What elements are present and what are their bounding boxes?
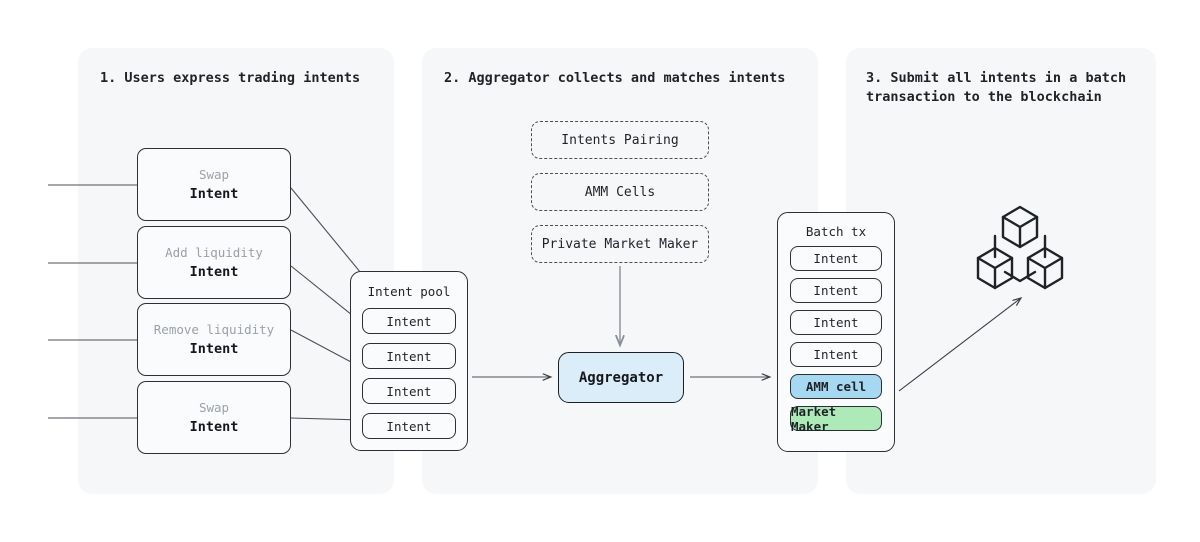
intent-pool-item[interactable]: Intent xyxy=(362,378,456,404)
batch-tx-item-intent[interactable]: Intent xyxy=(790,246,882,271)
user-intent-kind: Swap xyxy=(198,400,230,415)
user-intent-kind: Add liquidity xyxy=(165,245,263,260)
diagram-canvas: 1. Users express trading intents 2. Aggr… xyxy=(0,0,1200,542)
user-intent-label: Intent xyxy=(189,419,239,435)
panel-step-2 xyxy=(422,48,818,494)
intent-pool-title: Intent pool xyxy=(367,284,451,299)
user-intent-box[interactable]: Remove liquidity Intent xyxy=(137,303,291,376)
user-intent-box[interactable]: Swap Intent xyxy=(137,148,291,221)
batch-tx-item-intent[interactable]: Intent xyxy=(790,342,882,367)
panel-step-2-title: 2. Aggregator collects and matches inten… xyxy=(444,70,786,86)
aggregator-feature-intents-pairing[interactable]: Intents Pairing xyxy=(531,121,709,159)
user-intent-kind: Remove liquidity xyxy=(153,322,275,337)
user-intent-label: Intent xyxy=(189,264,239,280)
batch-tx-item-market-maker[interactable]: Market Maker xyxy=(790,404,882,434)
aggregator-feature-amm-cells[interactable]: AMM Cells xyxy=(531,173,709,211)
intent-pool-item[interactable]: Intent xyxy=(362,308,456,334)
intent-pool-item[interactable]: Intent xyxy=(362,343,456,369)
intent-pool-container[interactable]: Intent pool Intent Intent Intent Intent xyxy=(350,271,468,451)
blockchain-cubes-icon xyxy=(976,205,1064,290)
user-intent-label: Intent xyxy=(189,341,239,357)
aggregator-feature-private-market-maker[interactable]: Private Market Maker xyxy=(531,225,709,263)
batch-tx-container[interactable]: Batch tx Intent Intent Intent Intent AMM… xyxy=(777,212,895,452)
batch-tx-item-intent[interactable]: Intent xyxy=(790,310,882,335)
user-intent-box[interactable]: Add liquidity Intent xyxy=(137,226,291,299)
panel-step-3-title: 3. Submit all intents in a batch transac… xyxy=(866,70,1127,105)
batch-tx-title: Batch tx xyxy=(805,224,867,239)
user-intent-kind: Swap xyxy=(198,167,230,182)
batch-tx-item-amm-cell[interactable]: AMM cell xyxy=(790,374,882,399)
user-intent-box[interactable]: Swap Intent xyxy=(137,381,291,454)
intent-pool-item[interactable]: Intent xyxy=(362,413,456,439)
batch-tx-item-intent[interactable]: Intent xyxy=(790,278,882,303)
aggregator-node[interactable]: Aggregator xyxy=(558,352,684,403)
panel-step-1-title: 1. Users express trading intents xyxy=(100,70,361,86)
user-intent-label: Intent xyxy=(189,186,239,202)
